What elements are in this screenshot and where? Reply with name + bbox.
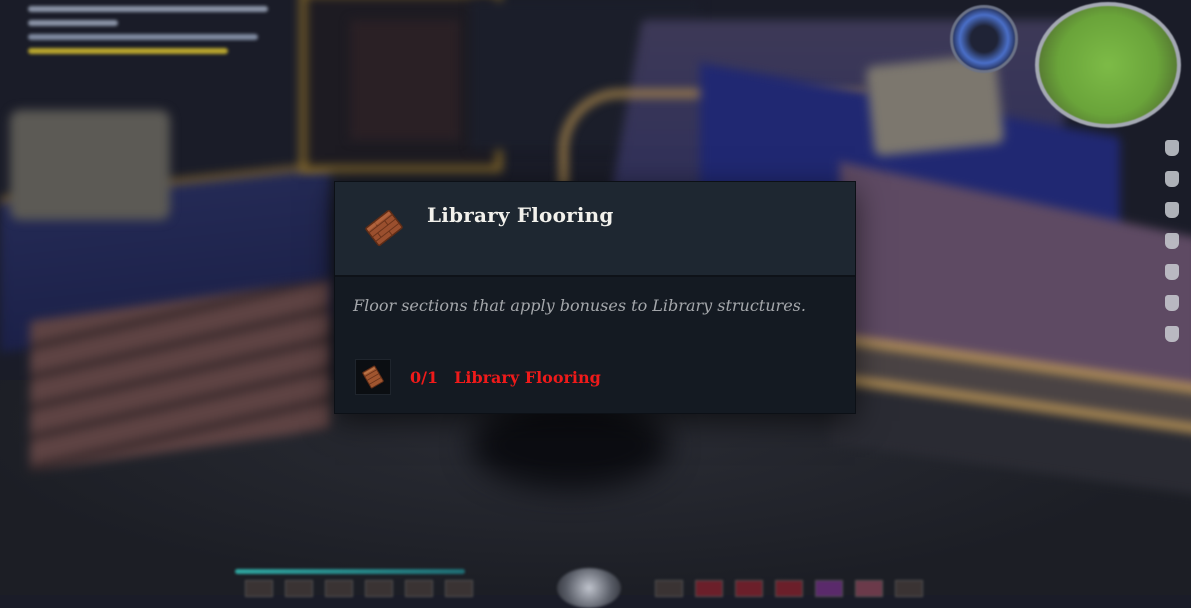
tooltip-header: Library Flooring	[335, 182, 855, 277]
quest-tracker[interactable]	[28, 6, 298, 62]
experience-bar	[235, 569, 465, 574]
requirement-count: 0/1	[410, 367, 439, 387]
requirement-item-name: Library Flooring	[454, 367, 601, 387]
action-hotbar	[225, 566, 945, 608]
wood-floor-plank-icon	[355, 359, 391, 395]
hotbar-slot[interactable]	[325, 580, 353, 597]
menu-icon[interactable]	[1165, 140, 1179, 156]
menu-icon[interactable]	[1165, 233, 1179, 249]
item-title: Library Flooring	[427, 203, 614, 227]
menu-icon[interactable]	[1165, 326, 1179, 342]
wood-floor-plank-icon	[362, 206, 406, 250]
quest-line	[28, 20, 118, 26]
hotbar-slot[interactable]	[405, 580, 433, 597]
quest-line	[28, 48, 228, 54]
item-tooltip: Library Flooring Floor sections that app…	[335, 182, 855, 413]
hotbar-slot[interactable]	[895, 580, 923, 597]
item-description: Floor sections that apply bonuses to Lib…	[353, 296, 806, 315]
hotbar-slot[interactable]	[735, 580, 763, 597]
hotbar-slot[interactable]	[655, 580, 683, 597]
hotbar-slot[interactable]	[695, 580, 723, 597]
hotbar-slot[interactable]	[285, 580, 313, 597]
minimap-icon[interactable]	[1035, 2, 1181, 128]
menu-icon[interactable]	[1165, 171, 1179, 187]
menu-icon[interactable]	[1165, 202, 1179, 218]
hotbar-slot[interactable]	[245, 580, 273, 597]
quest-line	[28, 6, 268, 12]
health-orb	[557, 568, 621, 608]
bookshelf-books	[350, 20, 460, 140]
side-menu	[1160, 140, 1184, 357]
requirement-row: 0/1 Library Flooring	[355, 357, 601, 397]
hotbar-slot[interactable]	[445, 580, 473, 597]
left-cushions	[10, 110, 170, 220]
hotbar-slot[interactable]	[855, 580, 883, 597]
quest-line	[28, 34, 258, 40]
menu-icon[interactable]	[1165, 295, 1179, 311]
compass-icon[interactable]	[950, 5, 1018, 73]
hotbar-slot[interactable]	[815, 580, 843, 597]
floor-shadow	[470, 400, 670, 490]
hotbar-slot[interactable]	[365, 580, 393, 597]
hotbar-slot[interactable]	[775, 580, 803, 597]
menu-icon[interactable]	[1165, 264, 1179, 280]
